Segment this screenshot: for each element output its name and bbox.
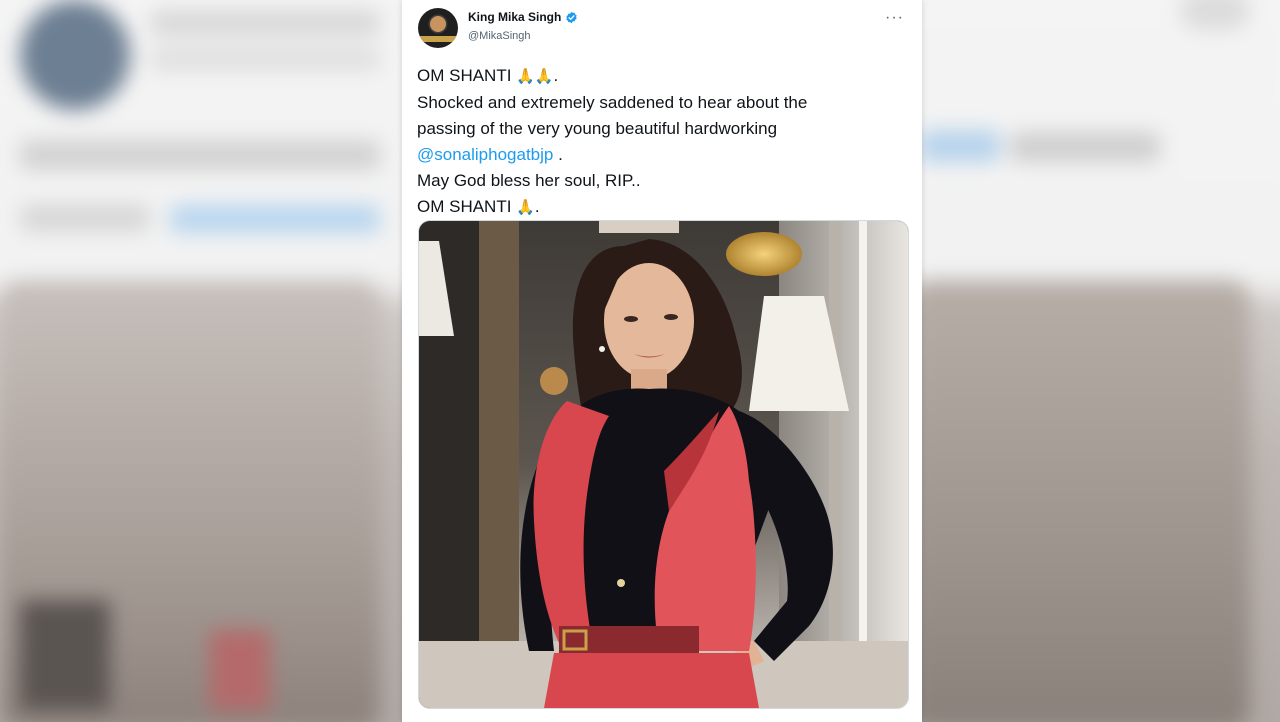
handle[interactable]: @MikaSingh <box>468 30 531 42</box>
display-name[interactable]: King Mika Singh <box>468 10 561 24</box>
folded-hands-icon: 🙏 <box>516 199 535 216</box>
tweet-photo[interactable] <box>418 220 909 709</box>
text-segment: . <box>553 145 563 164</box>
author-name-row: King Mika Singh <box>468 10 578 24</box>
photo-illustration <box>419 221 908 708</box>
tweet-line-5: May God bless her soul, RIP.. <box>417 171 641 190</box>
tweet-line-4: @sonaliphogatbjp . <box>417 142 912 168</box>
mention-link[interactable]: @sonaliphogatbjp <box>417 145 553 164</box>
text-segment: OM SHANTI <box>417 197 517 216</box>
verified-badge-icon <box>565 11 578 24</box>
text-segment: . <box>534 197 540 216</box>
tweet-card: King Mika Singh @MikaSingh ··· OM SHANTI… <box>402 0 922 722</box>
text-segment: OM SHANTI <box>417 66 517 85</box>
more-options-icon[interactable]: ··· <box>885 10 904 26</box>
tweet-line-2: Shocked and extremely saddened to hear a… <box>417 93 808 112</box>
tweet-line-3: passing of the very young beautiful hard… <box>417 119 778 138</box>
tweet-line-1: OM SHANTI 🙏🙏. <box>417 63 912 90</box>
text-segment: . <box>553 66 559 85</box>
tweet-line-6: OM SHANTI 🙏. <box>417 194 912 221</box>
tweet-text: OM SHANTI 🙏🙏. Shocked and extremely sadd… <box>417 63 912 221</box>
avatar[interactable] <box>418 8 458 48</box>
folded-hands-icon: 🙏🙏 <box>516 68 554 85</box>
